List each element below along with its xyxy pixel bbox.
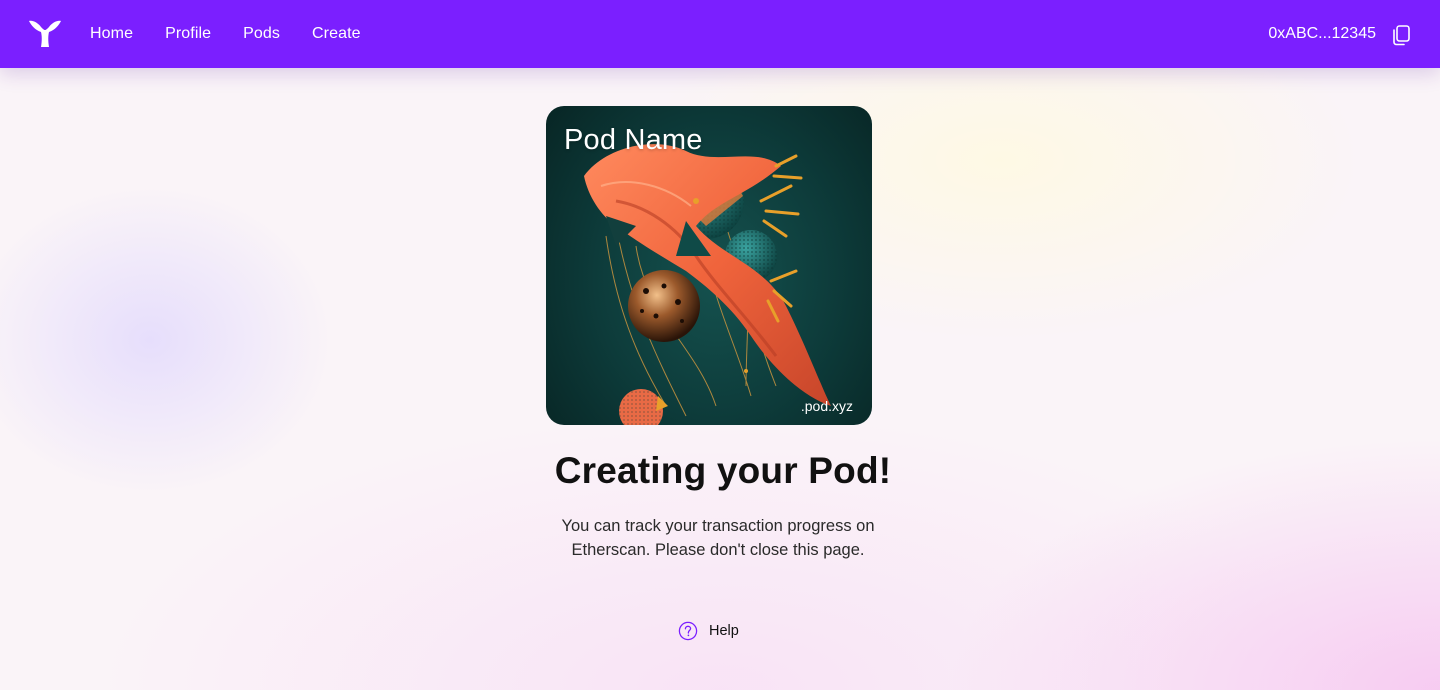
pod-preview-card: Pod Name .pod.xyz [546, 106, 872, 425]
copy-icon[interactable] [1390, 24, 1412, 46]
pod-domain-label: .pod.xyz [800, 398, 853, 414]
nav-pods-link[interactable]: Pods [243, 25, 280, 43]
help-link[interactable]: Help [678, 621, 739, 641]
nav-home-link[interactable]: Home [90, 25, 133, 43]
whale-tail-icon[interactable] [28, 19, 62, 49]
page-title: Creating your Pod! [554, 450, 892, 491]
nav-profile-link[interactable]: Profile [165, 25, 211, 43]
status-description: You can track your transaction progress … [561, 517, 875, 559]
nav-create-link[interactable]: Create [312, 25, 361, 43]
navbar: Home Profile Pods Create 0xABC...12345 [0, 0, 1440, 68]
nav-links: Home Profile Pods Create [90, 0, 393, 68]
wallet-address[interactable]: 0xABC...12345 [1268, 0, 1376, 68]
pod-name-label: Pod Name [564, 124, 703, 156]
question-circle-icon [678, 621, 698, 641]
help-label: Help [709, 623, 739, 639]
